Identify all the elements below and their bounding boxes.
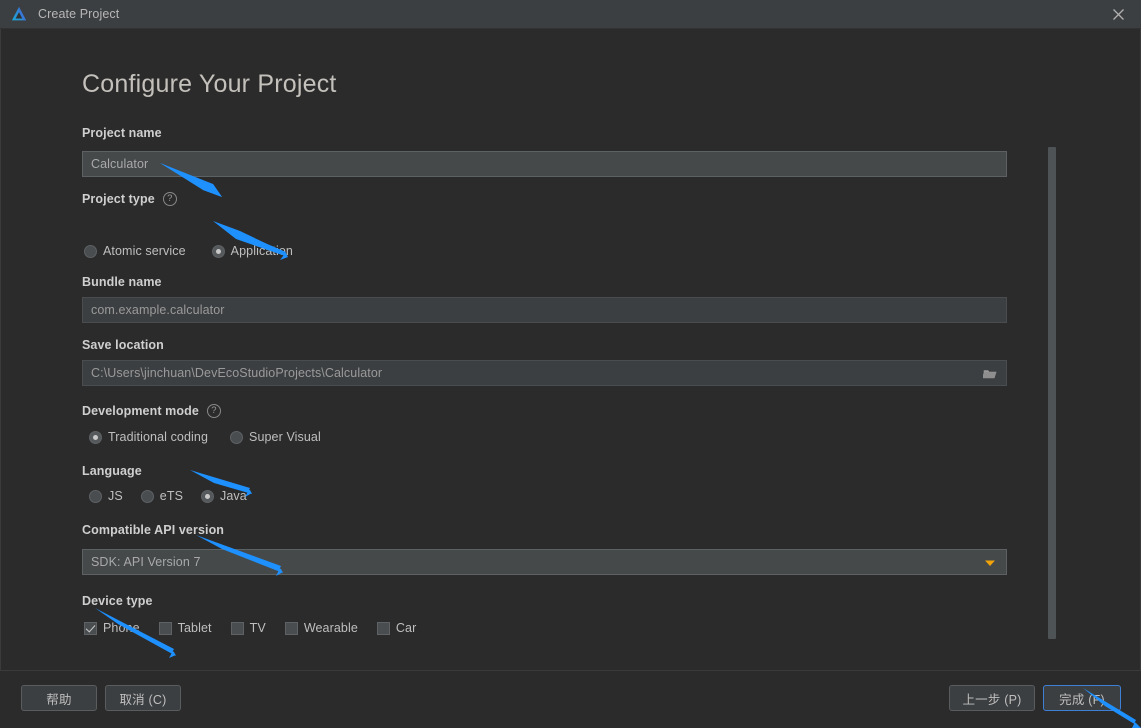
device-type-label: Device type: [82, 594, 153, 608]
checkbox-tv[interactable]: TV: [230, 621, 266, 635]
chevron-down-icon[interactable]: [975, 551, 1005, 574]
page-title: Configure Your Project: [82, 70, 337, 98]
save-location-label: Save location: [82, 338, 164, 352]
checkbox-label: Car: [395, 621, 417, 635]
bundle-name-label: Bundle name: [82, 275, 162, 289]
project-type-radio-group: Atomic service Application: [84, 244, 293, 258]
checkbox-indicator: [284, 621, 298, 635]
device-type-checkbox-group: Phone Tablet TV Wearable Car: [84, 621, 416, 635]
radio-label: Application: [230, 244, 293, 258]
previous-button[interactable]: 上一步 (P): [949, 685, 1035, 711]
checkbox-wearable[interactable]: Wearable: [284, 621, 358, 635]
save-location-value: C:\Users\jinchuan\DevEcoStudioProjects\C…: [91, 366, 383, 380]
dialog-content: Configure Your Project Project name Calc…: [0, 29, 1141, 670]
language-radio-group: JS eTS Java: [89, 489, 247, 503]
radio-super-visual[interactable]: Super Visual: [230, 430, 321, 444]
language-label: Language: [82, 464, 142, 478]
form-scrollbar-thumb[interactable]: [1048, 147, 1056, 639]
radio-label: Super Visual: [249, 430, 321, 444]
dialog-footer: 帮助 取消 (C) 上一步 (P) 完成 (F): [0, 670, 1141, 728]
help-icon[interactable]: ?: [162, 192, 177, 206]
save-location-input[interactable]: C:\Users\jinchuan\DevEcoStudioProjects\C…: [82, 360, 1007, 386]
checkbox-label: Phone: [103, 621, 140, 635]
radio-label: Java: [220, 489, 247, 503]
compatible-api-version-label: Compatible API version: [82, 523, 225, 537]
radio-label: Atomic service: [103, 244, 186, 258]
cancel-button[interactable]: 取消 (C): [105, 685, 181, 711]
radio-indicator: [201, 489, 215, 503]
checkbox-indicator: [230, 621, 244, 635]
checkbox-label: Tablet: [177, 621, 212, 635]
window-titlebar: Create Project: [0, 0, 1141, 29]
compatible-api-version-select[interactable]: SDK: API Version 7: [82, 549, 1007, 575]
help-icon[interactable]: ?: [206, 404, 221, 418]
radio-atomic-service[interactable]: Atomic service: [84, 244, 186, 258]
radio-traditional-coding[interactable]: Traditional coding: [89, 430, 208, 444]
radio-label: Traditional coding: [108, 430, 209, 444]
radio-js[interactable]: JS: [89, 489, 123, 503]
radio-label: JS: [108, 489, 123, 503]
checkbox-indicator: [84, 621, 97, 635]
radio-indicator: [84, 244, 97, 258]
development-mode-radio-group: Traditional coding Super Visual: [89, 430, 321, 444]
development-mode-label: Development mode: [82, 404, 199, 418]
radio-indicator: [140, 489, 154, 503]
deveco-studio-logo-icon: [11, 6, 27, 21]
checkbox-label: Wearable: [303, 621, 358, 635]
radio-java[interactable]: Java: [201, 489, 247, 503]
window-title: Create Project: [38, 7, 120, 21]
finish-button[interactable]: 完成 (F): [1043, 685, 1121, 711]
help-button[interactable]: 帮助: [21, 685, 97, 711]
radio-ets[interactable]: eTS: [140, 489, 184, 503]
checkbox-tablet[interactable]: Tablet: [158, 621, 212, 635]
development-mode-label-group: Development mode ?: [82, 404, 221, 418]
project-name-value: Calculator: [91, 157, 149, 171]
radio-application[interactable]: Application: [211, 244, 293, 258]
radio-indicator: [230, 430, 244, 444]
radio-indicator: [89, 430, 102, 444]
checkbox-indicator: [158, 621, 172, 635]
checkbox-car[interactable]: Car: [376, 621, 417, 635]
checkbox-label: TV: [249, 621, 266, 635]
radio-indicator: [89, 489, 102, 503]
checkbox-phone[interactable]: Phone: [84, 621, 140, 635]
bundle-name-input[interactable]: com.example.calculator: [82, 297, 1007, 323]
project-name-input[interactable]: Calculator: [82, 151, 1007, 177]
project-name-label: Project name: [82, 126, 162, 140]
radio-indicator: [211, 244, 225, 258]
radio-label: eTS: [159, 489, 184, 503]
compatible-api-version-value: SDK: API Version 7: [91, 555, 201, 569]
project-type-label-group: Project type ?: [82, 192, 177, 206]
close-icon[interactable]: [1095, 0, 1141, 28]
folder-icon[interactable]: [975, 362, 1005, 385]
project-type-label: Project type: [82, 192, 155, 206]
create-project-dialog: Create Project Configure Your Project Pr…: [0, 0, 1141, 728]
bundle-name-value: com.example.calculator: [91, 303, 225, 317]
checkbox-indicator: [376, 621, 390, 635]
